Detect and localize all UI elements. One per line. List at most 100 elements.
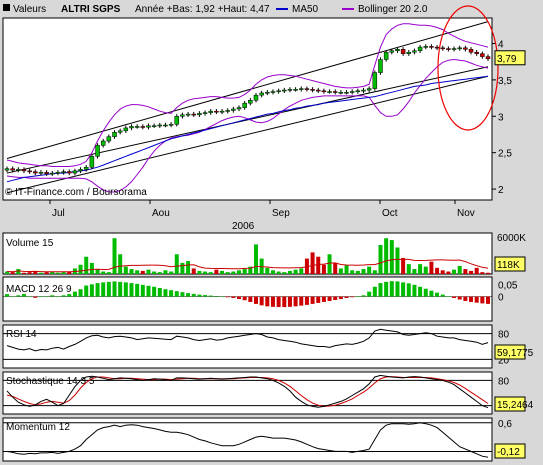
volume-bar — [350, 270, 355, 274]
candle-body — [134, 126, 140, 128]
macd-bar — [293, 296, 298, 307]
volume-bar — [38, 272, 43, 274]
candle-body — [355, 90, 361, 93]
volume-bar — [21, 272, 26, 274]
candle-body — [146, 125, 151, 128]
macd-bar — [84, 285, 89, 297]
volume-bar — [152, 271, 157, 274]
volume-bar — [191, 268, 196, 274]
candle-body — [231, 108, 236, 111]
volume-bar — [225, 272, 230, 274]
macd-bar — [21, 294, 26, 297]
candle-body — [78, 169, 83, 172]
macd-bar — [231, 296, 236, 299]
macd-bar — [321, 296, 326, 302]
macd-bar — [367, 291, 372, 297]
volume-bar — [214, 269, 219, 274]
volume-bar — [27, 272, 32, 274]
macd-bar — [10, 296, 15, 298]
x-year-label: 2006 — [232, 221, 255, 232]
volume-bar — [395, 247, 400, 274]
volume-bar — [112, 238, 117, 274]
candle-body — [174, 116, 180, 125]
candle-body — [219, 110, 225, 113]
volume-bar — [344, 265, 349, 274]
volume-bar — [101, 271, 106, 274]
volume-bar — [174, 254, 179, 274]
macd-bar — [123, 282, 128, 297]
macd-bar — [486, 296, 490, 304]
volume-bar — [418, 264, 423, 274]
momentum-last-value: -0,12 — [497, 447, 520, 458]
macd-bar — [174, 291, 179, 297]
macd-bar — [248, 296, 253, 302]
macd-y-tick-label: 0 — [498, 293, 504, 304]
candle-body — [474, 51, 479, 54]
volume-bar — [10, 272, 15, 274]
stock-chart: Valeurs ALTRI SGPS Année +Bas: 1,92 +Hau… — [0, 0, 543, 462]
macd-bar — [146, 285, 151, 297]
volume-bar — [452, 269, 457, 274]
candle-body — [349, 91, 355, 93]
macd-bar — [435, 292, 440, 297]
macd-bar — [406, 283, 411, 297]
macd-bar — [140, 284, 145, 297]
candle-body — [253, 94, 259, 101]
volume-bar — [61, 272, 66, 274]
volume-bar — [89, 262, 94, 274]
volume-bar — [78, 264, 83, 274]
candle-body — [157, 124, 163, 127]
macd-bar — [16, 295, 21, 297]
macd-bar — [214, 296, 219, 297]
macd-bar — [253, 296, 258, 304]
candle-body — [395, 49, 400, 52]
candle-body — [400, 49, 406, 54]
volume-bar — [412, 269, 417, 274]
candle-body — [168, 124, 174, 126]
momentum-plot-area — [2, 417, 493, 462]
volume-bar — [231, 271, 236, 274]
volume-bar — [401, 257, 406, 274]
macd-bar — [129, 283, 134, 297]
candle-body — [4, 168, 10, 171]
macd-bar — [440, 294, 445, 297]
range-text: Année +Bas: 1,92 +Haut: 4,47 — [135, 4, 270, 15]
volume-bar — [384, 238, 389, 274]
macd-bar — [208, 295, 213, 297]
candle-body — [112, 132, 117, 137]
volume-bar — [55, 272, 60, 274]
volume-bar — [276, 271, 281, 274]
candle-body — [310, 89, 315, 91]
macd-bar — [67, 294, 72, 297]
candle-body — [293, 89, 298, 91]
candle-body — [463, 47, 468, 50]
volume-bar — [169, 271, 174, 274]
volume-bar — [253, 244, 258, 274]
candle-body — [423, 46, 429, 48]
candle-body — [417, 46, 423, 52]
macd-bar — [112, 281, 117, 297]
volume-bar — [270, 270, 275, 274]
macd-bar — [378, 283, 383, 297]
volume-bar — [44, 272, 49, 274]
macd-bar — [270, 296, 275, 307]
x-month-label: Aou — [152, 208, 170, 219]
candle-body — [299, 88, 304, 90]
candle-body — [72, 170, 78, 174]
macd-bar — [95, 283, 100, 297]
macd-bar — [44, 296, 49, 298]
macd-bar — [287, 296, 292, 307]
volume-bar — [163, 270, 168, 274]
macd-bar — [333, 296, 338, 300]
macd-bar — [395, 281, 400, 297]
macd-bar — [259, 296, 264, 306]
volume-bar — [474, 267, 479, 274]
macd-bar — [316, 296, 321, 303]
stoch-title: Stochastique 14 3 5 — [6, 376, 95, 387]
volume-bar — [406, 264, 411, 274]
candle-body — [282, 89, 287, 92]
macd-bar — [389, 281, 394, 297]
volume-bar — [186, 261, 191, 274]
volume-bar — [220, 270, 225, 274]
candle-body — [163, 124, 168, 127]
